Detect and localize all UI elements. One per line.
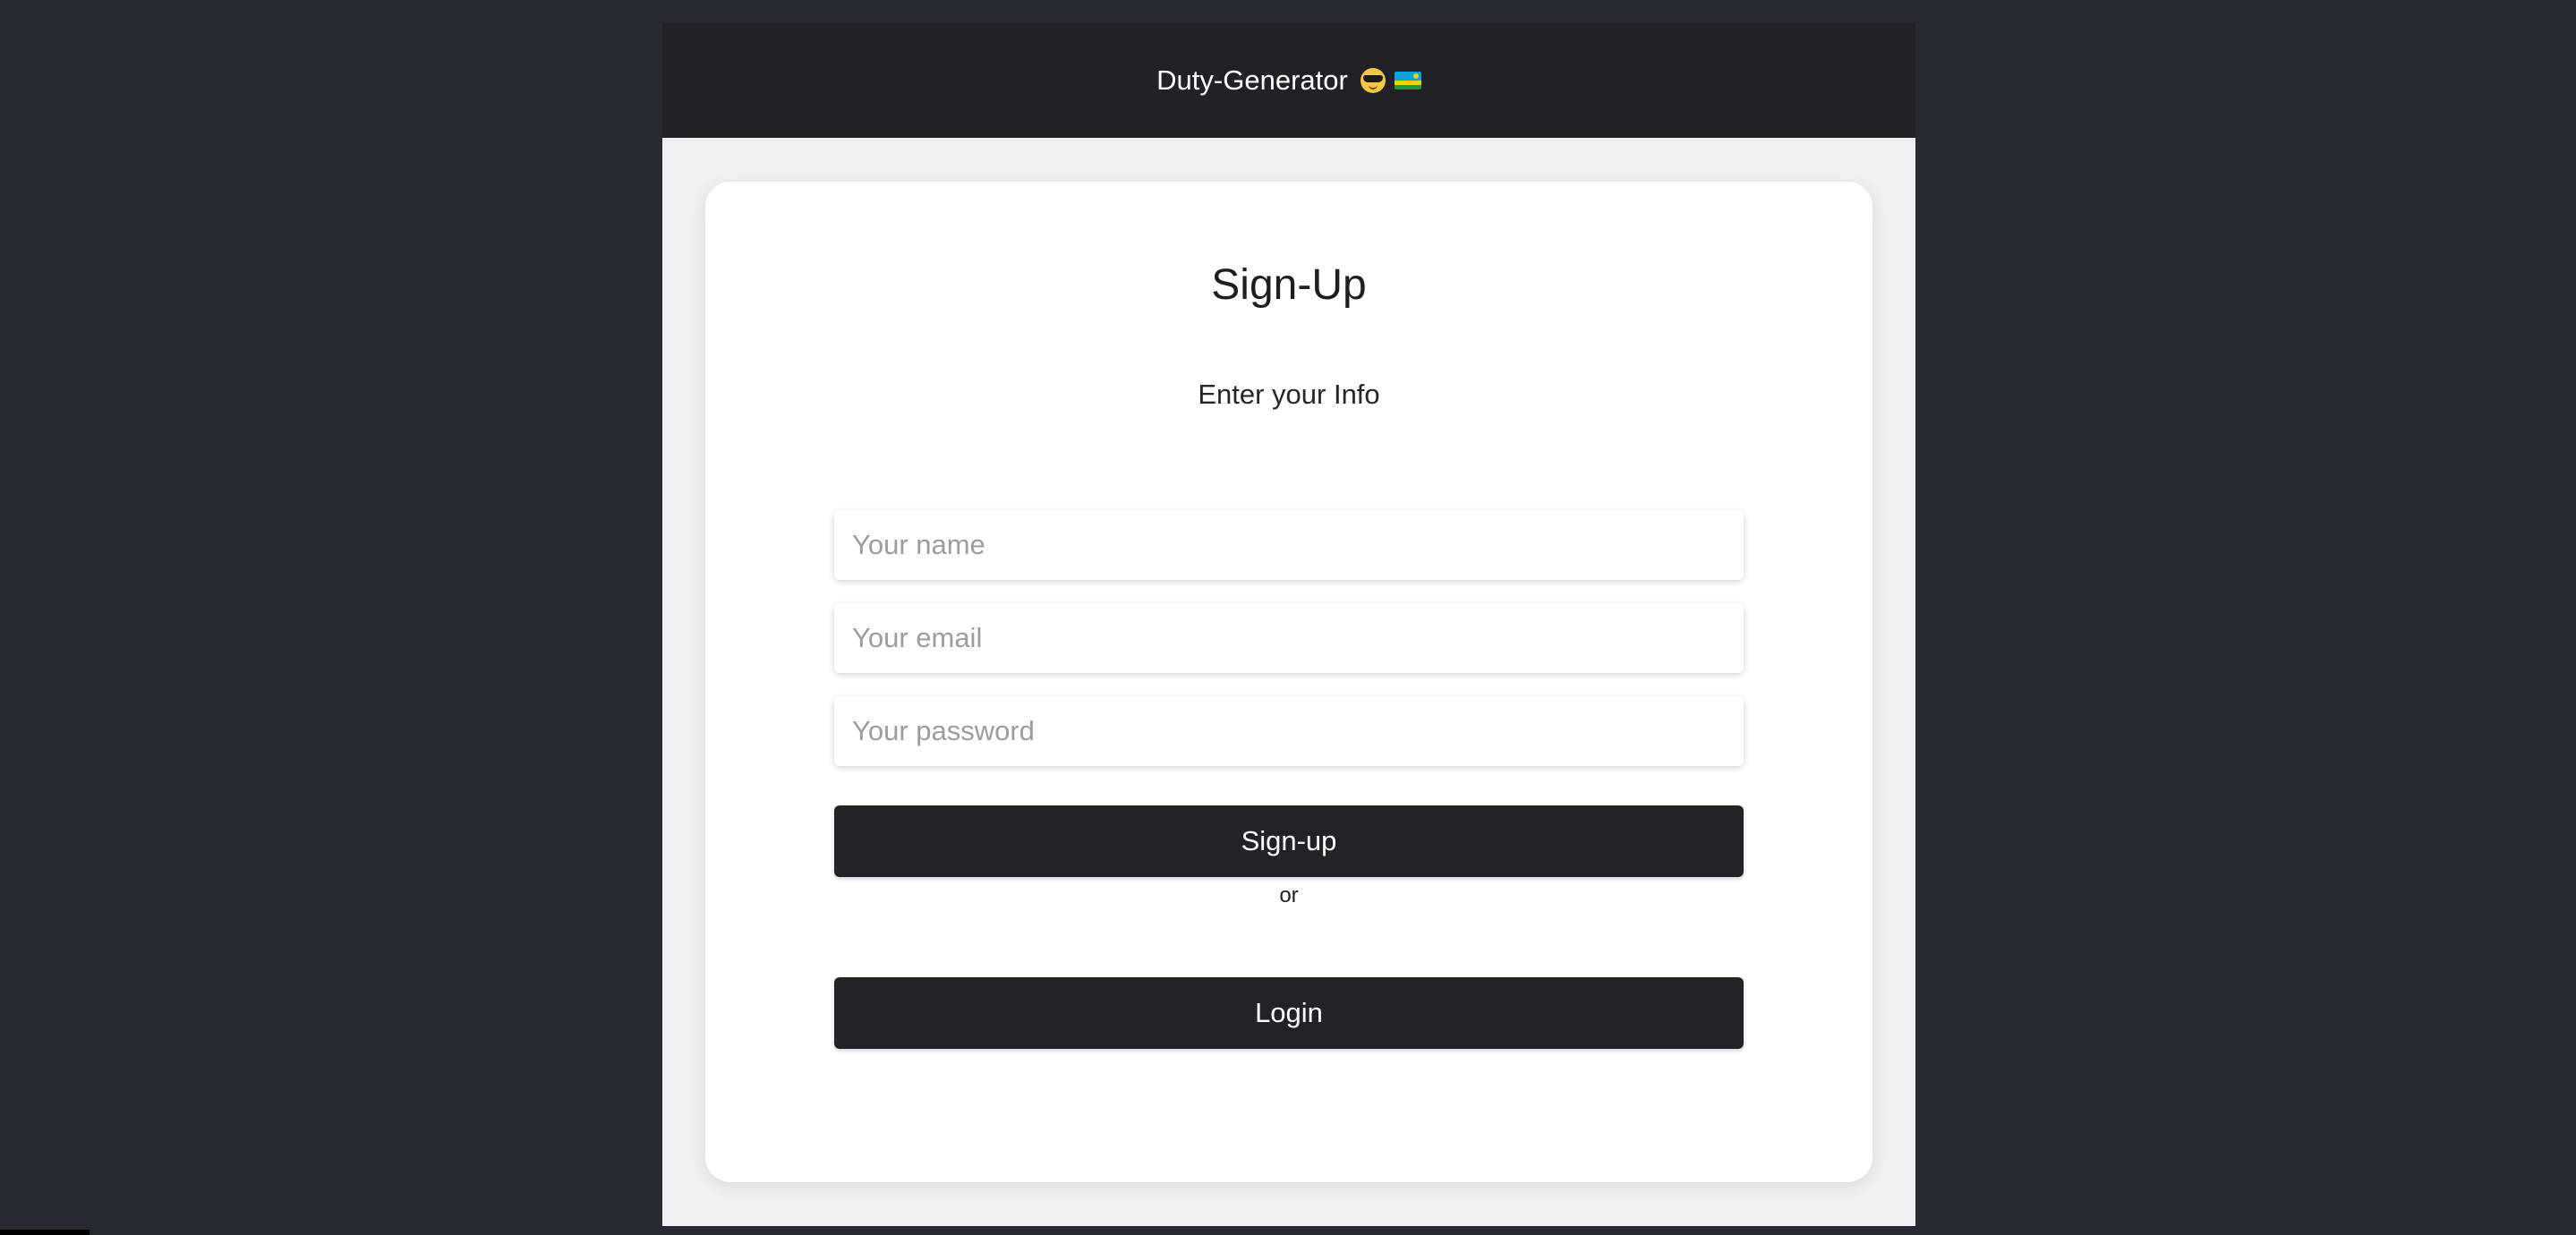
form-subtitle: Enter your Info [1198,379,1380,410]
signup-button[interactable]: Sign-up [834,805,1744,877]
or-divider-text: or [1279,883,1299,907]
app-title-text: Duty-Generator [1156,64,1348,96]
app-title: Duty-Generator [1156,64,1421,97]
sunglasses-emoji-icon [1360,68,1386,93]
name-input[interactable] [834,510,1744,580]
window-edge [0,1230,90,1235]
login-button[interactable]: Login [834,977,1744,1049]
email-input[interactable] [834,603,1744,673]
page-title: Sign-Up [1211,261,1367,309]
rwanda-flag-icon [1394,72,1421,89]
top-bar: Duty-Generator [662,23,1915,138]
app-frame: Duty-Generator Sign-Up Enter your Info S… [662,23,1915,1226]
password-input[interactable] [834,696,1744,766]
signup-card: Sign-Up Enter your Info Sign-up or Login [705,182,1872,1182]
